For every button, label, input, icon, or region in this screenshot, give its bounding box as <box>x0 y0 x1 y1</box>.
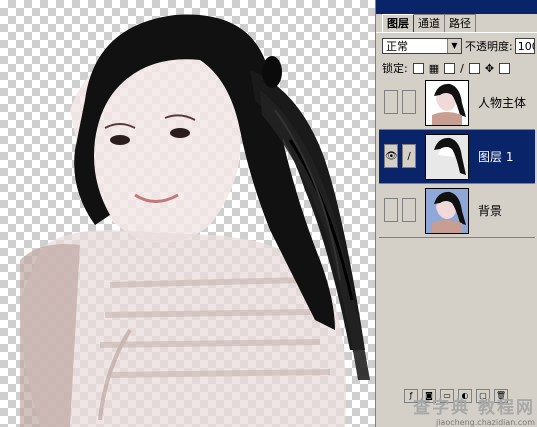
lock-position-checkbox[interactable] <box>468 62 480 74</box>
layer-name[interactable]: 人物主体 <box>478 94 526 111</box>
watermark-line2: jiaocheng.chazidian.com <box>435 418 535 427</box>
lock-row: 锁定: ▦ / ✥ <box>382 60 514 76</box>
watermark-line1: 查字典 教程网 <box>413 398 535 418</box>
lock-transparency-checkbox[interactable] <box>412 62 424 74</box>
layer-row-selected[interactable]: 👁 / 图层 1 <box>379 130 535 184</box>
brush-icon: / <box>460 61 464 75</box>
layer-row[interactable]: 背景 <box>379 184 535 238</box>
blend-row: 正常 ▼ 不透明度: 100% <box>382 38 535 54</box>
tab-layers[interactable]: 图层 <box>382 14 414 32</box>
palette-tabs: 图层 通道 路径 <box>382 14 476 32</box>
eye-icon[interactable]: 👁 <box>384 144 398 168</box>
tab-channels[interactable]: 通道 <box>413 14 445 32</box>
blend-mode-select[interactable]: 正常 ▼ <box>382 38 462 54</box>
layer-thumbnail <box>425 188 469 234</box>
transparency-icon: ▦ <box>428 61 440 75</box>
portrait-photo <box>20 14 370 427</box>
lock-all-checkbox[interactable] <box>499 62 511 74</box>
link-toggle[interactable] <box>402 90 416 114</box>
opacity-input[interactable]: 100% <box>514 38 535 54</box>
link-toggle[interactable] <box>402 198 416 222</box>
lock-label: 锁定: <box>382 62 408 75</box>
layers-palette: 图层 通道 路径 正常 ▼ 不透明度: 100% 锁定: ▦ / ✥ 人物主体 <box>375 0 537 427</box>
palette-title-bar[interactable] <box>376 0 537 14</box>
layer-name[interactable]: 背景 <box>478 202 502 219</box>
visibility-toggle[interactable] <box>384 90 398 114</box>
tab-divider <box>376 32 537 33</box>
paintbrush-icon[interactable]: / <box>402 144 416 168</box>
lock-image-checkbox[interactable] <box>444 62 456 74</box>
chevron-down-icon[interactable]: ▼ <box>447 39 461 53</box>
tab-paths[interactable]: 路径 <box>444 14 476 32</box>
document-canvas[interactable] <box>0 0 375 427</box>
layer-thumbnail <box>425 134 469 180</box>
move-icon: ✥ <box>484 61 495 75</box>
layer-row[interactable]: 人物主体 <box>379 76 535 130</box>
watermark: 查字典 教程网 jiaocheng.chazidian.com <box>413 393 535 427</box>
blend-mode-value: 正常 <box>386 40 408 53</box>
layer-thumbnail <box>425 80 469 126</box>
visibility-toggle[interactable] <box>384 198 398 222</box>
opacity-label: 不透明度: <box>465 40 513 53</box>
layers-list: 人物主体 👁 / 图层 1 背景 <box>379 76 535 386</box>
layer-name[interactable]: 图层 1 <box>478 148 513 165</box>
